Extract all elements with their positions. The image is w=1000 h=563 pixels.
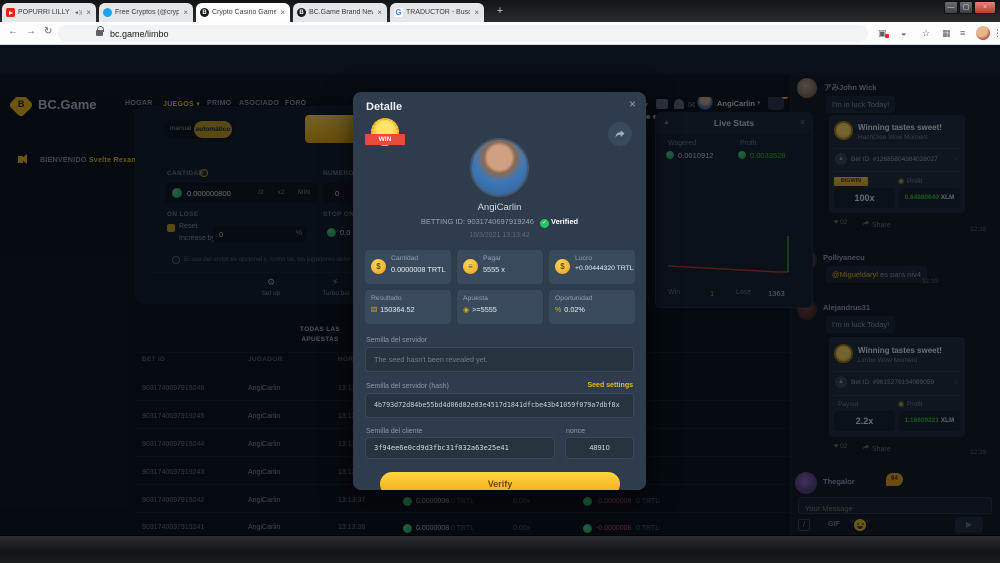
dice-icon: ⚄: [371, 306, 377, 314]
tab-twitter[interactable]: Free Cryptos (@cryptosfaucets) ×: [99, 3, 193, 22]
tab-close-icon[interactable]: ×: [85, 8, 92, 17]
stat-card-lucro: $ Lucro +0.00444320 TRTL: [549, 250, 635, 284]
tab-title: Crypto Casino Games - The 16 B: [212, 9, 276, 16]
coin-hand-icon: $: [371, 259, 386, 274]
bcgame-icon: B: [200, 8, 209, 17]
forward-icon[interactable]: →: [26, 26, 36, 37]
url-text[interactable]: bc.game/limbo: [110, 29, 169, 39]
check-icon: ✓: [540, 219, 549, 228]
tab-youtube[interactable]: POPURRI LILLY GOODMAN ◄)) ×: [2, 3, 96, 22]
tab-title: POPURRI LILLY GOODMAN: [18, 9, 71, 16]
youtube-icon: [6, 8, 15, 17]
seed-settings-link[interactable]: Seed settings: [587, 382, 633, 389]
server-seed-hash-label: Semilla del servidor (hash): [366, 383, 449, 390]
nonce-input[interactable]: 48910: [565, 437, 634, 459]
window-maximize-button[interactable]: ▢: [959, 1, 973, 14]
back-icon[interactable]: ←: [8, 26, 18, 37]
win-medal-badge: WIN: [367, 116, 403, 152]
target-icon: ◉: [463, 306, 469, 314]
server-seed-label: Semilla del servidor: [366, 337, 427, 344]
stat-card-resultado: Resultado ⚄150364.52: [365, 290, 451, 324]
coins-stack-icon: ≡: [463, 259, 478, 274]
client-seed-input[interactable]: 3f94ee6e0cd9d3fbc31f032a63e25e41: [365, 437, 555, 459]
server-seed-hash-input: 4b793d72d84be55bd4d06d82e83e4517d1841dfc…: [365, 393, 634, 418]
avatar[interactable]: [470, 138, 529, 197]
screen: POPURRI LILLY GOODMAN ◄)) × Free Cryptos…: [0, 0, 1000, 563]
tab-audio-icon[interactable]: ◄)): [74, 10, 82, 16]
stat-card-pagar: ≡ Pagar 5555 x: [457, 250, 543, 284]
tab-close-icon[interactable]: ×: [182, 8, 189, 17]
tab-bcgame-medal[interactable]: B BC.Game Brand New Medal Eve ×: [293, 3, 387, 22]
window-close-button[interactable]: ×: [974, 1, 996, 14]
browser-addressbar: ← → ↻ bc.game/limbo ▣ ◒ ☆ ▦ ≡ ⋮: [0, 22, 1000, 45]
lock-icon: [96, 30, 103, 36]
tab-title: Free Cryptos (@cryptosfaucets): [115, 9, 179, 16]
extensions-puzzle-icon[interactable]: ▦: [942, 28, 951, 39]
new-tab-button[interactable]: +: [492, 4, 508, 20]
stat-card-oportunidad: Oportunidad %0.02%: [549, 290, 635, 324]
google-icon: G: [394, 8, 403, 17]
tab-close-icon[interactable]: ×: [376, 8, 383, 17]
bcgame-icon: B: [297, 8, 306, 17]
win-ribbon: WIN: [365, 134, 405, 145]
tab-google[interactable]: G TRADUCTOR - Buscar con Goog ×: [390, 3, 484, 22]
modal-title: Detalle: [366, 101, 402, 113]
bet-detail-modal: Detalle × WIN AngiCarlin BETTING ID: 903…: [353, 92, 646, 490]
tab-close-icon[interactable]: ×: [473, 8, 480, 17]
modal-username: AngiCarlin: [353, 202, 646, 213]
percent-icon: %: [555, 307, 561, 314]
bet-datetime: 16/3/2021 13:13:42: [353, 232, 646, 239]
tab-title: TRADUCTOR - Buscar con Goog: [406, 9, 470, 16]
translate-icon[interactable]: ◒: [901, 28, 906, 38]
money-bag-icon: $: [555, 259, 570, 274]
verified-badge: ✓Verified: [540, 217, 578, 228]
browser-profile-avatar[interactable]: [976, 26, 990, 40]
reload-icon[interactable]: ↻: [44, 26, 52, 37]
reading-list-icon[interactable]: ≡: [960, 28, 965, 38]
window-minimize-button[interactable]: —: [944, 1, 958, 14]
stat-card-cantidad: $ Cantidad 0.0000008 TRTL: [365, 250, 451, 284]
browser-menu-icon[interactable]: ⋮: [993, 28, 1000, 39]
tab-title: BC.Game Brand New Medal Eve: [309, 9, 373, 16]
taskbar: ES ▲ ◄)) 01:17 p.m. 16/03/2021: [0, 535, 1000, 563]
nonce-label: nonce: [566, 428, 585, 435]
twitter-icon: [103, 8, 112, 17]
tab-bcgame-active[interactable]: B Crypto Casino Games - The 16 B ×: [196, 3, 290, 22]
server-seed-input: The seed hasn't been revealed yet.: [365, 347, 634, 372]
tab-close-icon[interactable]: ×: [279, 8, 286, 17]
close-icon[interactable]: ×: [629, 97, 636, 111]
browser-tabstrip: POPURRI LILLY GOODMAN ◄)) × Free Cryptos…: [0, 0, 1000, 22]
extension-icon[interactable]: ▣: [878, 28, 887, 39]
bookmark-star-icon[interactable]: ☆: [922, 28, 930, 39]
client-seed-label: Semilla del cliente: [366, 428, 422, 435]
omnibox[interactable]: [58, 25, 868, 42]
share-icon[interactable]: [608, 122, 632, 146]
stat-card-apuesta: Apuesta ◉>=5555: [457, 290, 543, 324]
betting-id: BETTING ID: 9031740697919246 ✓Verified: [353, 217, 646, 228]
verify-button[interactable]: Verify: [380, 472, 620, 490]
